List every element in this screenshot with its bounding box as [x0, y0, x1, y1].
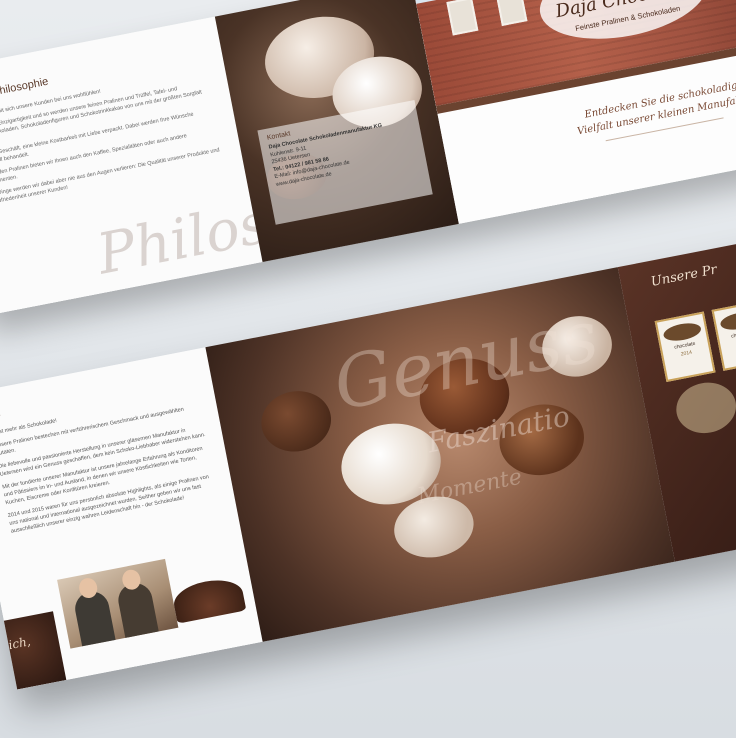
- person: [115, 568, 159, 638]
- brand-logo: DC Daja Chocolate Feinste Pralinen & Sch…: [532, 0, 715, 52]
- about-heading: s: [0, 406, 1, 421]
- bottom-brochure: s ... ist mehr als Schokolade! Unsere Pr…: [0, 223, 736, 690]
- about-text: ... ist mehr als Schokolade! Unsere Pral…: [0, 390, 219, 541]
- award-seal-icon: [719, 309, 736, 333]
- brochure-mockup-scene: als Philosophie ... dafür, damit sich un…: [0, 0, 736, 738]
- award-badge: chocolate 2014: [654, 311, 716, 382]
- products-heading: Unsere Pr: [649, 262, 719, 290]
- truffle-image: [256, 385, 337, 458]
- cover-panel: DC Daja Chocolate Feinste Pralinen & Sch…: [411, 0, 736, 224]
- window: [446, 0, 479, 36]
- philosophy-watermark: Philos: [92, 190, 263, 288]
- decorative-blob: [671, 377, 736, 439]
- window: [495, 0, 528, 26]
- award-badge: chocolate 2015: [711, 300, 736, 371]
- person: [72, 576, 116, 647]
- team-photo: [57, 558, 179, 649]
- cocoa-powder-image: [170, 574, 247, 624]
- contact-box: Kontakt Daja Chocolate Schokoladenmanufa…: [257, 100, 433, 225]
- truffles-photo-panel: Genuss Faszinatio Momente: [205, 267, 675, 642]
- philosophy-heading: als Philosophie: [0, 75, 50, 102]
